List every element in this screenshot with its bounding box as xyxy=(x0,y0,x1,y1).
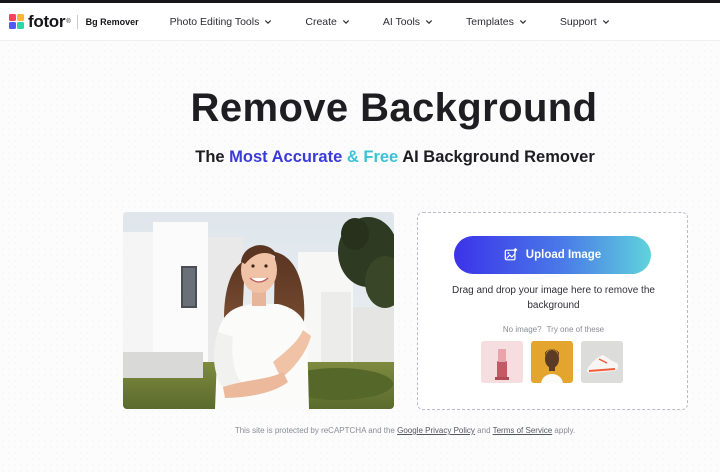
recaptcha-notice: This site is protected by reCAPTCHA and … xyxy=(0,426,720,435)
hero-example-photo xyxy=(123,212,394,409)
menu-label: AI Tools xyxy=(382,15,421,28)
subtitle-highlight-free: Free xyxy=(363,148,399,166)
menu-label: Templates xyxy=(466,15,514,28)
menu-ai-tools[interactable]: AI Tools xyxy=(383,16,433,28)
subtitle-ampersand: & xyxy=(342,148,364,166)
menu-label: Support xyxy=(559,15,597,28)
upload-button-label: Upload Image xyxy=(525,249,602,261)
chevron-down-icon xyxy=(602,19,609,24)
no-image-text: No image? xyxy=(502,325,542,334)
sneaker-thumbnail xyxy=(581,341,623,383)
main-menu: Photo Editing Tools Create AI Tools Temp… xyxy=(170,16,643,28)
upload-dropzone[interactable]: Upload Image Drag and drop your image he… xyxy=(417,212,688,410)
footer-text: and xyxy=(477,426,491,435)
image-upload-icon xyxy=(504,248,518,261)
subtitle-highlight-accurate: Most Accurate xyxy=(229,148,343,166)
sample-prompt: No image? Try one of these xyxy=(418,325,689,334)
chevron-down-icon xyxy=(519,19,526,24)
subtitle-text: The xyxy=(195,148,230,166)
top-navigation: fotor ® Bg Remover Photo Editing Tools C… xyxy=(0,3,720,41)
logo-divider xyxy=(76,14,78,29)
page-subtitle: The Most Accurate & Free AI Background R… xyxy=(0,148,720,167)
terms-of-service-link[interactable]: Terms of Service xyxy=(493,426,553,435)
sample-images xyxy=(481,341,631,383)
sample-woman-portrait[interactable] xyxy=(531,341,573,383)
logo-wordmark: fotor xyxy=(28,11,66,31)
menu-templates[interactable]: Templates xyxy=(466,16,527,28)
portrait-thumbnail xyxy=(531,341,573,383)
menu-label: Photo Editing Tools xyxy=(169,15,260,28)
footer-text: This site is protected by reCAPTCHA and … xyxy=(234,426,395,435)
menu-photo-editing-tools[interactable]: Photo Editing Tools xyxy=(170,16,273,28)
fotor-logo[interactable]: fotor ® Bg Remover xyxy=(9,12,139,32)
upload-image-button[interactable]: Upload Image xyxy=(454,236,651,274)
product-name: Bg Remover xyxy=(85,16,139,27)
try-text: Try one of these xyxy=(546,325,605,334)
lipstick-thumbnail xyxy=(481,341,523,383)
chevron-down-icon xyxy=(426,19,433,24)
chevron-down-icon xyxy=(265,19,272,24)
fotor-logo-icon xyxy=(9,14,24,29)
menu-support[interactable]: Support xyxy=(560,16,610,28)
menu-label: Create xyxy=(305,15,337,28)
privacy-policy-link[interactable]: Google Privacy Policy xyxy=(397,426,475,435)
woman-photo-illustration xyxy=(123,212,394,409)
sample-lipstick[interactable] xyxy=(481,341,523,383)
subtitle-text: AI Background Remover xyxy=(398,148,595,166)
chevron-down-icon xyxy=(342,19,349,24)
registered-mark: ® xyxy=(66,18,71,25)
sample-sneaker[interactable] xyxy=(581,341,623,383)
menu-create[interactable]: Create xyxy=(305,16,350,28)
page-title: Remove Background xyxy=(190,86,598,130)
footer-text: apply. xyxy=(554,426,576,435)
drag-drop-instructions: Drag and drop your image here to remove … xyxy=(452,285,655,311)
